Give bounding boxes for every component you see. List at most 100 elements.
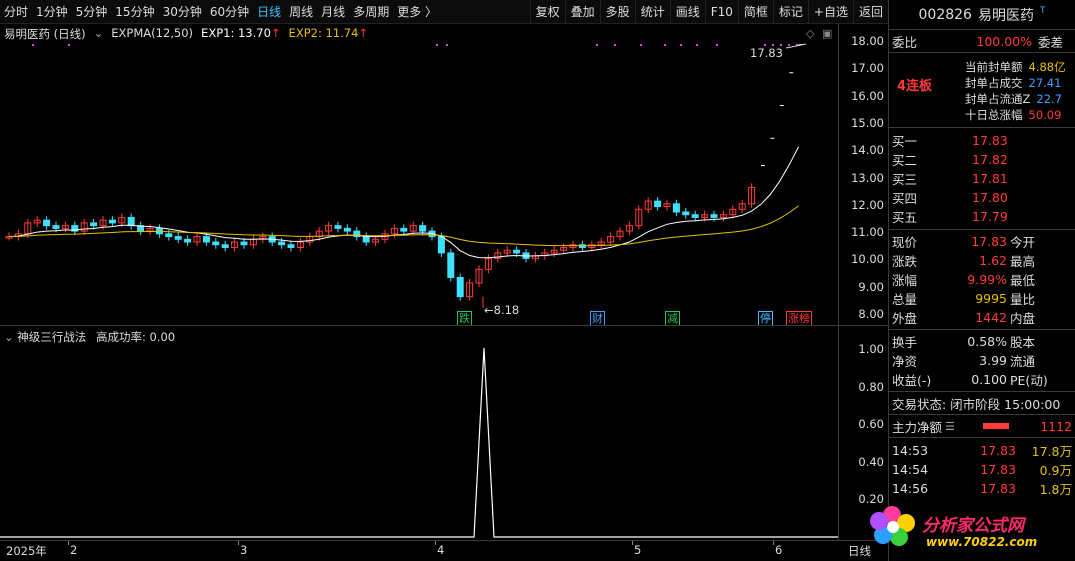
sub-y-tick: 0.40 bbox=[858, 454, 884, 469]
tick-price: 17.83 bbox=[980, 462, 1016, 477]
quote-label2: 量比 bbox=[1010, 292, 1036, 307]
menu-icon[interactable]: ☰ bbox=[945, 420, 955, 433]
tick-row: 14:56 17.83 1.8万 bbox=[889, 479, 1075, 498]
event-marker[interactable]: 财 bbox=[590, 311, 605, 326]
period-tab-8[interactable]: 月线 bbox=[317, 0, 349, 24]
fund-row: 净资 3.99 流通 bbox=[889, 351, 1075, 370]
fundamentals-table: 换手 0.58% 股本 净资 3.99 流通 收益(-) 0.100 PE(动) bbox=[889, 330, 1075, 391]
flow-bar bbox=[982, 423, 1009, 429]
y-tick: 10.00 bbox=[851, 252, 884, 267]
x-tick: 6 bbox=[775, 543, 783, 557]
date-axis: 日线 2025年 2 3 4 5 6 bbox=[0, 540, 888, 561]
bid-row[interactable]: 买二 17.82 bbox=[889, 150, 1075, 169]
bid-row[interactable]: 买五 17.79 bbox=[889, 207, 1075, 226]
seal-label: 十日总涨幅 bbox=[965, 108, 1023, 122]
signal-dot bbox=[664, 44, 666, 46]
candle bbox=[362, 236, 370, 243]
sub-y-tick: 0.80 bbox=[858, 379, 884, 394]
signal-dot bbox=[614, 44, 616, 46]
bid-price: 17.82 bbox=[972, 152, 1008, 167]
period-tab-5[interactable]: 60分钟 bbox=[206, 0, 253, 24]
signal-dot bbox=[788, 44, 790, 46]
event-marker[interactable]: 涨榜 bbox=[786, 311, 812, 326]
stock-code: 002826 bbox=[918, 6, 972, 23]
candle bbox=[437, 236, 445, 254]
fund-label: 收益(-) bbox=[892, 373, 932, 388]
tool-button-2[interactable]: 多股 bbox=[599, 0, 635, 24]
main-kline-chart[interactable]: 易明医药 (日线) ⌄ EXPMA(12,50) EXP1: 13.70↑ EX… bbox=[0, 24, 838, 326]
tool-button-9[interactable]: 返回 bbox=[852, 0, 888, 24]
x-tick-mark bbox=[773, 541, 774, 545]
weicha-label: 委差 bbox=[1038, 34, 1064, 50]
candle bbox=[165, 233, 173, 238]
period-tab-9[interactable]: 多周期 bbox=[349, 0, 393, 24]
y-tick: 18.00 bbox=[851, 34, 884, 48]
bid-row[interactable]: 买一 17.83 bbox=[889, 131, 1075, 150]
kline-svg bbox=[5, 43, 807, 309]
bid-row[interactable]: 买三 17.81 bbox=[889, 169, 1075, 188]
quote-label2: 最低 bbox=[1010, 273, 1036, 288]
stock-name-mark: T bbox=[1039, 6, 1046, 16]
tool-button-5[interactable]: F10 bbox=[704, 0, 738, 24]
indicator-chart[interactable]: ⌄ 神级三行战法 高成功率: 0.00 bbox=[0, 326, 838, 540]
bid-row[interactable]: 买四 17.80 bbox=[889, 188, 1075, 207]
event-marker[interactable]: 停 bbox=[758, 311, 773, 326]
low-price-label: ←8.18 bbox=[484, 303, 520, 317]
candle bbox=[174, 236, 182, 240]
candle bbox=[240, 241, 248, 246]
event-marker[interactable]: 减 bbox=[665, 311, 680, 326]
quote-label2: 内盘 bbox=[1010, 311, 1036, 326]
quote-value: 1442 bbox=[975, 310, 1007, 325]
fund-label2: PE(动) bbox=[1010, 373, 1048, 388]
candle bbox=[513, 249, 521, 254]
tool-button-1[interactable]: 叠加 bbox=[564, 0, 600, 24]
candle bbox=[343, 227, 351, 232]
period-tab-4[interactable]: 30分钟 bbox=[159, 0, 206, 24]
y-tick: 17.00 bbox=[851, 61, 884, 76]
bid-book: 买一 17.83 买二 17.82 买三 17.81 买四 17.80 买五 17.79 bbox=[889, 128, 1075, 229]
signal-line bbox=[0, 347, 838, 538]
quote-row: 现价 17.83 今开 bbox=[889, 232, 1075, 251]
candle bbox=[184, 238, 192, 243]
y-tick: 8.00 bbox=[858, 307, 884, 321]
tick-row: 14:54 17.83 0.9万 bbox=[889, 460, 1075, 479]
tool-button-4[interactable]: 画线 bbox=[669, 0, 705, 24]
event-marker[interactable]: 跌 bbox=[457, 311, 472, 326]
fund-value: 3.99 bbox=[979, 353, 1007, 368]
period-tab-7[interactable]: 周线 bbox=[285, 0, 317, 24]
period-tab-3[interactable]: 15分钟 bbox=[111, 0, 158, 24]
tool-button-6[interactable]: 简框 bbox=[737, 0, 773, 24]
signal-dot bbox=[446, 44, 448, 46]
fund-value: 0.58% bbox=[967, 334, 1007, 349]
high-price-label: 17.83 bbox=[750, 46, 783, 60]
tool-button-8[interactable]: +自选 bbox=[807, 0, 853, 24]
candle bbox=[682, 211, 690, 216]
bid-label: 买四 bbox=[892, 191, 918, 206]
tool-button-3[interactable]: 统计 bbox=[634, 0, 670, 24]
weibi-label: 委比 bbox=[892, 34, 918, 50]
x-tick-mark bbox=[68, 541, 69, 545]
tool-button-7[interactable]: 标记 bbox=[772, 0, 808, 24]
period-tab-2[interactable]: 5分钟 bbox=[72, 0, 112, 24]
quote-label2: 今开 bbox=[1010, 235, 1036, 250]
period-tab-0[interactable]: 分时 bbox=[0, 0, 32, 24]
quote-value: 9995 bbox=[975, 291, 1007, 306]
period-tab-1[interactable]: 1分钟 bbox=[32, 0, 72, 24]
tool-button-0[interactable]: 复权 bbox=[529, 0, 565, 24]
tick-list[interactable]: 14:53 17.83 17.8万 14:54 17.83 0.9万 14:56 17.83 1… bbox=[889, 438, 1075, 501]
candle bbox=[127, 216, 135, 227]
bid-price: 17.80 bbox=[972, 190, 1008, 205]
candle bbox=[447, 252, 455, 279]
period-tab-10[interactable]: 更多 〉 bbox=[393, 0, 441, 24]
tool-buttons: 复权 叠加 多股 统计 画线 F10 简框 标记 +自选 返回 bbox=[529, 0, 888, 24]
stock-header: 002826 易明医药 T bbox=[889, 0, 1075, 30]
candle bbox=[212, 241, 220, 246]
y-tick: 11.00 bbox=[851, 225, 884, 240]
main-flow-row: 主力净额 ☰ 1112 bbox=[889, 415, 1075, 437]
stock-name: 易明医药 bbox=[977, 7, 1034, 24]
quote-row: 涨跌 1.62 最高 bbox=[889, 251, 1075, 270]
x-tick-mark bbox=[435, 541, 436, 545]
period-tab-6[interactable]: 日线 bbox=[253, 0, 285, 24]
quote-value: 17.83 bbox=[971, 234, 1007, 249]
tick-time: 14:56 bbox=[892, 481, 929, 496]
